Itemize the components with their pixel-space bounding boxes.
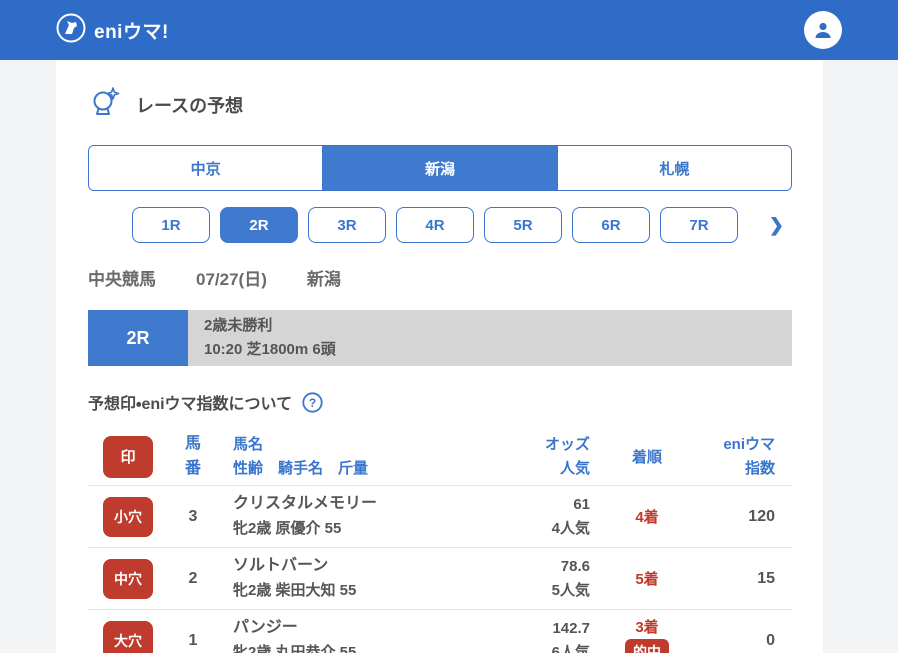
header-odds: オッズ 人気 [544, 436, 590, 477]
crystal-ball-icon [90, 86, 120, 123]
eniuma-index: 120 [748, 507, 775, 525]
race-category: 中央競馬 [88, 270, 156, 289]
header-horse-number: 馬 番 [184, 434, 201, 477]
horse-name: ソルトバーン [233, 557, 329, 575]
race-venue: 新潟 [306, 270, 341, 289]
about-row: 予想印・eniウマ指数について ? [88, 390, 792, 414]
race-number-badge: 2R [88, 310, 188, 366]
venue-tab-sapporo[interactable]: 札幌 [556, 146, 791, 190]
header-horse-name: 馬名 性齢 騎手名 斤量 [233, 436, 369, 477]
odds-cell: 78.6 5人気 [472, 555, 602, 602]
finish-position: 5着 [635, 571, 659, 588]
prediction-mark-badge: 大穴 [103, 620, 153, 653]
hit-badge: 的中 [625, 639, 669, 653]
header-index: eniウマ 指数 [723, 436, 775, 477]
prediction-table: 印 馬 番 馬名 性齢 騎手名 斤量 オッズ 人気 着順 eniウマ 指数 小穴… [88, 428, 792, 653]
horse-name-cell: クリスタルメモリー 牝2歳 原優介 55 [218, 492, 472, 540]
result-cell: 5着 [602, 568, 692, 589]
odds-value: 142.7 [552, 620, 590, 638]
popularity: 4人気 [551, 519, 590, 537]
race-tab-5r[interactable]: 5R [484, 207, 562, 243]
brand[interactable]: eniウマ! [56, 13, 169, 48]
finish-position: 4着 [635, 509, 659, 526]
popularity: 5人気 [551, 581, 590, 599]
horse-name: パンジー [233, 619, 298, 637]
brand-name: eniウマ! [94, 21, 169, 43]
horse-detail: 牝2歳 柴田大知 55 [233, 582, 357, 600]
horse-detail: 牝2歳 原優介 55 [233, 520, 342, 538]
section-header: レースの予想 [90, 86, 792, 123]
horse-name-cell: ソルトバーン 牝2歳 柴田大知 55 [218, 554, 472, 602]
chevron-right-icon[interactable]: ❯ [769, 216, 784, 234]
finish-position: 3着 [635, 619, 659, 636]
header-result: 着順 [631, 449, 662, 466]
user-avatar-button[interactable] [804, 11, 842, 49]
race-tab-4r[interactable]: 4R [396, 207, 474, 243]
prediction-mark-badge: 中穴 [103, 558, 153, 599]
prediction-mark-badge: 小穴 [103, 496, 153, 537]
about-label: 予想印・eniウマ指数について [88, 396, 293, 413]
header-mark: 印 [88, 435, 168, 478]
table-row[interactable]: 大穴 1 パンジー 牝2歳 丸田恭介 55 142.7 6人気 3着 的中 0 [88, 610, 792, 653]
eniuma-index: 0 [766, 631, 775, 649]
horse-name-cell: パンジー 牝2歳 丸田恭介 55 [218, 616, 472, 653]
horse-detail: 牝2歳 丸田恭介 55 [233, 644, 357, 653]
race-tabs: 1R 2R 3R 4R 5R 6R 7R ❯ [88, 201, 792, 249]
race-details: 10:20 芝1800m 6頭 [204, 341, 336, 358]
odds-cell: 142.7 6人気 [472, 617, 602, 653]
race-tab-6r[interactable]: 6R [572, 207, 650, 243]
eniuma-index: 15 [757, 569, 775, 587]
person-icon [815, 22, 831, 38]
content-card: レースの予想 中京 新潟 札幌 1R 2R 3R 4R 5R 6R 7R ❯ 中… [56, 60, 823, 653]
race-tab-1r[interactable]: 1R [132, 207, 210, 243]
horse-name: クリスタルメモリー [233, 495, 378, 513]
race-meta: 中央競馬 07/27(日) 新潟 [88, 265, 792, 290]
odds-value: 61 [573, 496, 590, 514]
odds-cell: 61 4人気 [472, 493, 602, 540]
race-tab-3r[interactable]: 3R [308, 207, 386, 243]
table-header-row: 印 馬 番 馬名 性齢 騎手名 斤量 オッズ 人気 着順 eniウマ 指数 [88, 428, 792, 486]
odds-value: 78.6 [560, 558, 590, 576]
help-icon[interactable]: ? [302, 391, 323, 413]
top-navbar: eniウマ! [0, 0, 898, 60]
page-title: レースの予想 [136, 95, 244, 116]
table-row[interactable]: 中穴 2 ソルトバーン 牝2歳 柴田大知 55 78.6 5人気 5着 15 [88, 548, 792, 610]
horse-number: 3 [188, 507, 198, 525]
race-date: 07/27(日) [196, 270, 267, 289]
horse-number: 2 [188, 569, 198, 587]
venue-tab-niigata[interactable]: 新潟 [322, 146, 557, 190]
horse-logo-icon [56, 13, 86, 48]
race-banner-info: 2歳未勝利 10:20 芝1800m 6頭 [188, 310, 792, 366]
popularity: 6人気 [551, 643, 590, 653]
horse-number: 1 [188, 631, 198, 649]
race-banner: 2R 2歳未勝利 10:20 芝1800m 6頭 [88, 310, 792, 366]
result-cell: 4着 [602, 506, 692, 527]
venue-tab-chukyo[interactable]: 中京 [89, 146, 323, 190]
result-cell: 3着 的中 [602, 616, 692, 653]
svg-text:?: ? [309, 396, 316, 410]
race-tab-7r[interactable]: 7R [660, 207, 738, 243]
mark-header-badge: 印 [103, 435, 153, 478]
venue-tabs: 中京 新潟 札幌 [88, 145, 792, 191]
race-tab-2r[interactable]: 2R [220, 207, 298, 243]
race-name: 2歳未勝利 [204, 317, 273, 335]
table-row[interactable]: 小穴 3 クリスタルメモリー 牝2歳 原優介 55 61 4人気 4着 120 [88, 486, 792, 548]
